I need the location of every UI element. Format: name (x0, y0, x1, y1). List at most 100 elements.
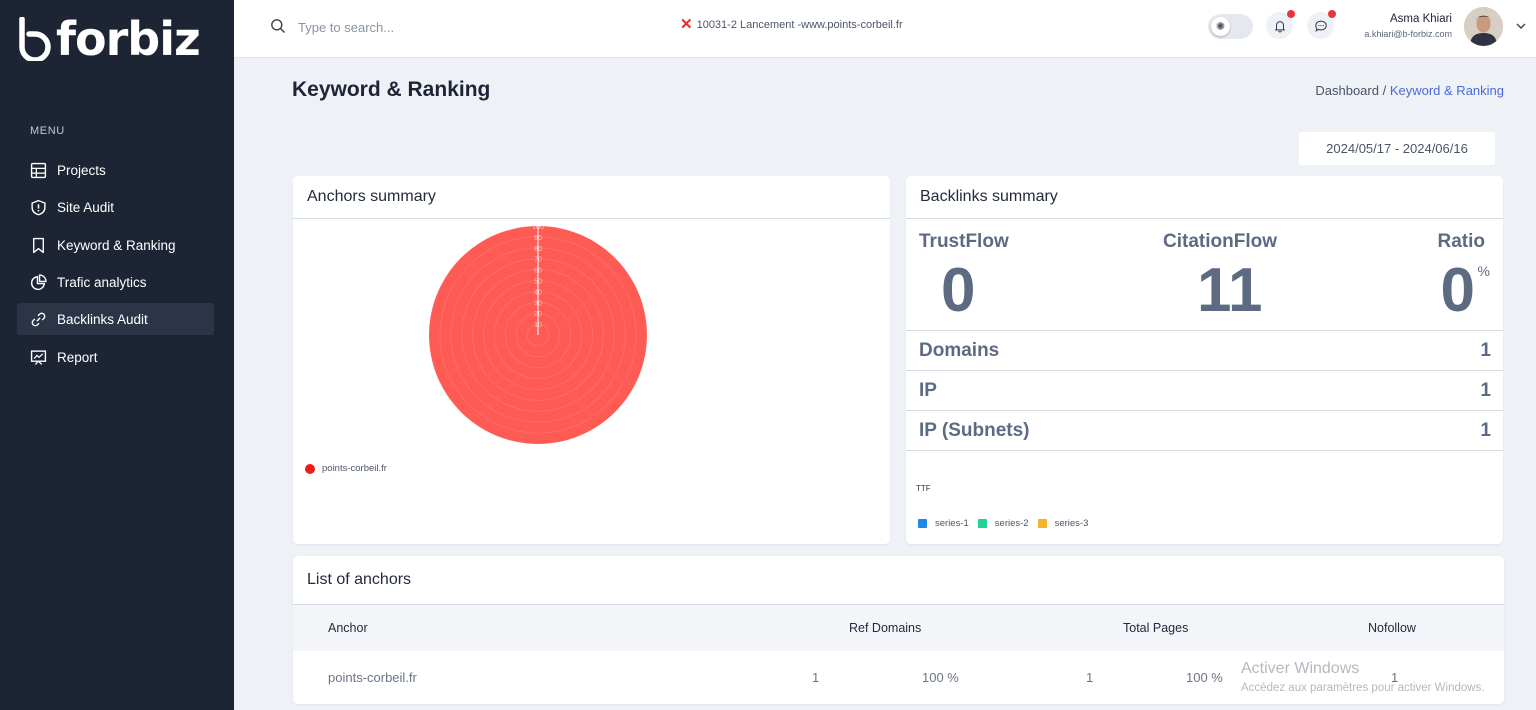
radial-tick-label: 70 (534, 257, 542, 264)
radial-tick-label: 40 (534, 289, 542, 296)
radial-tick-label: 50 (534, 279, 542, 286)
ratio-label: Ratio (1437, 231, 1486, 252)
table-header: Anchor Ref Domains Total Pages Nofollow (293, 605, 1504, 651)
page-title: Keyword & Ranking (292, 78, 491, 101)
card-title: List of anchors (293, 556, 1504, 605)
column-header-nofollow[interactable]: Nofollow (1368, 621, 1416, 635)
column-header-ref-domains[interactable]: Ref Domains (849, 621, 921, 635)
stat-label: IP (919, 379, 937, 401)
column-header-anchor[interactable]: Anchor (328, 621, 368, 635)
user-email: a.khiari@b-forbiz.com (1364, 29, 1452, 39)
notification-badge (1287, 10, 1295, 18)
sidebar-item-site-audit[interactable]: Site Audit (17, 191, 214, 223)
radial-tick-label: 90 (534, 235, 542, 242)
legend-item-series-2[interactable]: series-2 (977, 518, 1029, 529)
legend-label: points-corbeil.fr (322, 463, 387, 474)
sidebar-item-label: Site Audit (57, 199, 115, 215)
sidebar-item-label: Trafic analytics (57, 274, 147, 290)
logo-mark-icon (19, 17, 51, 61)
sidebar: forbiz MENU Projects Site Audit Keyword … (0, 0, 234, 710)
legend-label: series-3 (1054, 518, 1089, 529)
cell-anchor: points-corbeil.fr (328, 670, 417, 685)
sidebar-item-keyword-ranking[interactable]: Keyword & Ranking (17, 229, 214, 261)
legend-item-series-1[interactable]: series-1 (918, 518, 969, 529)
sidebar-item-projects[interactable]: Projects (17, 154, 214, 186)
trustflow-value: 0 (941, 256, 976, 325)
stat-row-ip: IP 1 (906, 370, 1503, 410)
grid-icon (30, 162, 47, 178)
radial-tick-label: 60 (534, 268, 542, 275)
cell-ref-domains-pct: 100 % (922, 670, 959, 685)
shield-icon (31, 199, 46, 215)
stat-row-domains: Domains 1 (906, 330, 1503, 370)
ratio-value: 0 (1440, 256, 1475, 325)
legend-item-series-3[interactable]: series-3 (1037, 518, 1089, 529)
legend-marker (918, 519, 927, 528)
messages-button[interactable] (1307, 10, 1336, 39)
brand-logo[interactable]: forbiz (16, 12, 201, 66)
stat-label: Domains (919, 339, 1000, 361)
legend-marker (1037, 519, 1047, 528)
link-icon (31, 312, 46, 326)
ttf-chart-title: TTF (916, 484, 931, 493)
close-icon[interactable]: ✕ (680, 17, 693, 32)
stat-value: 1 (1480, 339, 1491, 361)
pie-legend[interactable]: points-corbeil.fr (305, 463, 387, 474)
cell-total-pages-pct: 100 % (1186, 670, 1223, 685)
sidebar-item-label: Projects (57, 162, 106, 178)
search-input[interactable] (298, 14, 538, 40)
column-header-total-pages[interactable]: Total Pages (1123, 621, 1188, 635)
chat-icon (1314, 20, 1327, 32)
presentation-chart-icon (30, 349, 47, 365)
avatar-image (1464, 7, 1503, 46)
sidebar-item-label: Backlinks Audit (57, 311, 148, 327)
breadcrumb: Dashboard / Keyword & Ranking (1315, 83, 1504, 98)
avatar[interactable] (1464, 7, 1503, 46)
search-icon[interactable] (270, 18, 286, 34)
trustflow-label: TrustFlow (919, 231, 1009, 252)
anchors-summary-card: Anchors summary 10 20 30 40 50 60 70 80 90 100 po… (293, 176, 890, 544)
breadcrumb-root[interactable]: Dashboard / (1315, 83, 1386, 98)
citationflow-label: CitationFlow (1163, 231, 1277, 252)
stat-label: IP (Subnets) (919, 419, 1030, 441)
project-selector[interactable]: ✕ 10031-2 Lancement -www.points-corbeil.… (680, 17, 903, 32)
sidebar-item-label: Keyword & Ranking (57, 237, 176, 253)
cell-ref-domains: 1 (812, 670, 820, 685)
project-label: 10031-2 Lancement -www.points-corbeil.fr (696, 19, 903, 31)
backlinks-summary-card: Backlinks summary TrustFlow 0 CitationFl… (906, 176, 1503, 544)
legend-marker (305, 463, 315, 474)
stat-value: 1 (1480, 379, 1491, 401)
anchors-pie-chart: 10 20 30 40 50 60 70 80 90 100 (428, 224, 648, 445)
menu-title: MENU (30, 125, 65, 137)
ratio-unit: % (1477, 263, 1490, 279)
card-title: Backlinks summary (906, 176, 1503, 219)
sidebar-item-report[interactable]: Report (17, 341, 214, 373)
message-badge (1328, 10, 1336, 18)
radial-tick-label: 30 (534, 300, 542, 307)
radial-tick-label: 80 (534, 246, 542, 253)
pie-chart-icon (30, 273, 47, 290)
bookmark-icon (33, 237, 44, 253)
theme-toggle[interactable]: ✺ (1208, 14, 1253, 39)
windows-watermark-title: Activer Windows (1241, 660, 1360, 677)
bell-icon (1274, 20, 1285, 32)
topbar: ✕ 10031-2 Lancement -www.points-corbeil.… (234, 0, 1536, 58)
legend-marker (977, 519, 987, 528)
notifications-button[interactable] (1266, 10, 1295, 39)
breadcrumb-current: Keyword & Ranking (1389, 83, 1504, 98)
date-range-picker[interactable]: 2024/05/17 - 2024/06/16 (1299, 132, 1495, 165)
brand-logo-text: forbiz (56, 12, 201, 66)
cell-total-pages: 1 (1086, 670, 1094, 685)
ttf-legend: series-1 series-2 series-3 (918, 518, 1088, 529)
windows-watermark-text: Accédez aux paramètres pour activer Wind… (1241, 682, 1485, 694)
chevron-down-icon[interactable] (1515, 20, 1527, 32)
sidebar-item-label: Report (57, 349, 98, 365)
legend-label: series-2 (994, 518, 1029, 529)
radial-tick-label: 100 (532, 224, 544, 231)
card-title: Anchors summary (293, 176, 890, 219)
stat-row-ip-subnets: IP (Subnets) 1 (906, 410, 1503, 451)
user-name[interactable]: Asma Khiari (1390, 13, 1452, 25)
sidebar-item-trafic-analytics[interactable]: Trafic analytics (17, 266, 214, 298)
radial-tick-label: 20 (534, 311, 542, 318)
sidebar-item-backlinks-audit[interactable]: Backlinks Audit (17, 303, 214, 335)
